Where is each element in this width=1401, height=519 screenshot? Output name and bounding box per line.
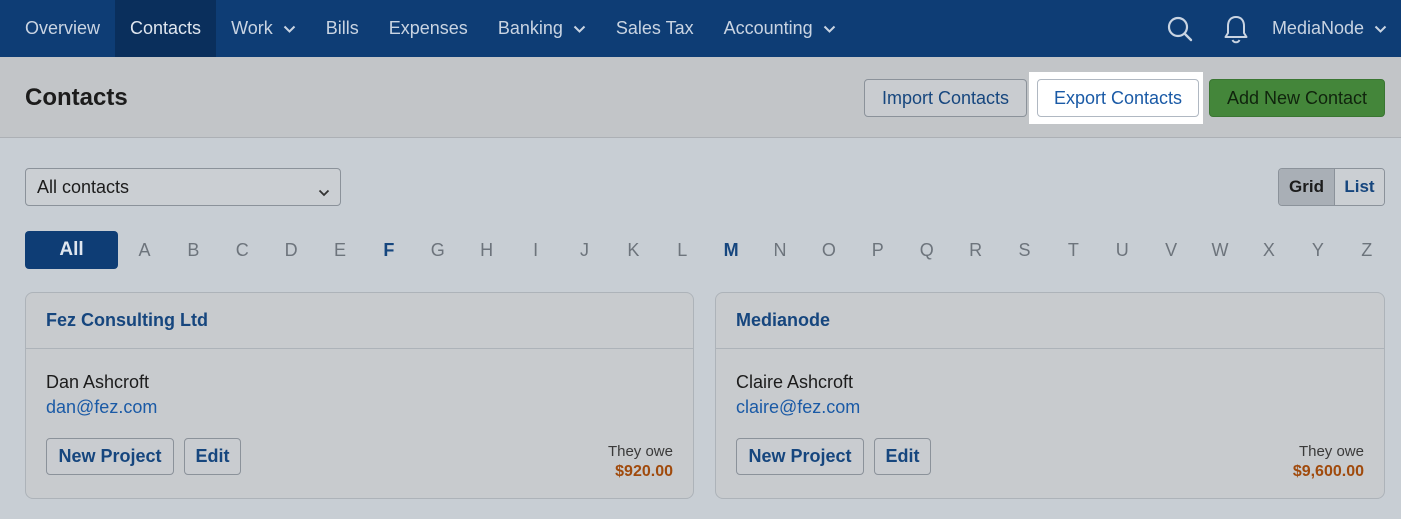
alphabet-letter-j[interactable]: J xyxy=(560,231,609,269)
nav-item-expenses[interactable]: Expenses xyxy=(374,0,483,57)
alphabet-letter-q[interactable]: Q xyxy=(902,231,951,269)
nav-item-sales-tax[interactable]: Sales Tax xyxy=(601,0,709,57)
alphabet-letter-g[interactable]: G xyxy=(413,231,462,269)
contact-email-link[interactable]: claire@fez.com xyxy=(736,397,860,418)
new-project-button[interactable]: New Project xyxy=(46,438,174,475)
filter-selected-value: All contacts xyxy=(37,176,130,197)
alphabet-letter-w[interactable]: W xyxy=(1196,231,1245,269)
alphabet-letter-n[interactable]: N xyxy=(756,231,805,269)
nav-right: MediaNode xyxy=(1152,0,1401,57)
alphabet-letter-b[interactable]: B xyxy=(169,231,218,269)
top-nav: Overview Contacts Work Bills Expenses Ba… xyxy=(0,0,1401,57)
contact-company-link[interactable]: Fez Consulting Ltd xyxy=(46,310,208,331)
chevron-down-icon xyxy=(318,181,330,202)
contact-person-name: Dan Ashcroft xyxy=(46,372,150,392)
nav-item-overview[interactable]: Overview xyxy=(0,0,115,57)
nav-item-bills[interactable]: Bills xyxy=(311,0,374,57)
nav-item-banking[interactable]: Banking xyxy=(483,0,601,57)
import-contacts-button[interactable]: Import Contacts xyxy=(864,79,1027,117)
view-grid-button[interactable]: Grid xyxy=(1279,169,1335,205)
contact-company-link[interactable]: Medianode xyxy=(736,310,830,331)
contact-card: Medianode Claire Ashcroft claire@fez.com… xyxy=(715,292,1385,499)
nav-item-accounting[interactable]: Accounting xyxy=(709,0,851,57)
nav-label: Sales Tax xyxy=(615,18,694,38)
alphabet-letter-l[interactable]: L xyxy=(658,231,707,269)
owe-amount: $9,600.00 xyxy=(1292,463,1364,480)
new-project-button[interactable]: New Project xyxy=(736,438,864,475)
edit-button[interactable]: Edit xyxy=(184,438,241,475)
contact-email-link[interactable]: dan@fez.com xyxy=(46,397,157,418)
alphabet-letter-d[interactable]: D xyxy=(267,231,316,269)
alphabet-letter-r[interactable]: R xyxy=(951,231,1000,269)
alphabet-letter-v[interactable]: V xyxy=(1147,231,1196,269)
nav-label: Bills xyxy=(325,18,359,38)
export-contacts-button[interactable]: Export Contacts xyxy=(1037,79,1199,117)
nav-label: Overview xyxy=(25,18,101,38)
owe-amount: $920.00 xyxy=(615,463,673,480)
alphabet-letter-o[interactable]: O xyxy=(804,231,853,269)
alphabet-letter-a[interactable]: A xyxy=(120,231,169,269)
view-list-button[interactable]: List xyxy=(1335,169,1384,205)
alphabet-letter-y[interactable]: Y xyxy=(1293,231,1342,269)
nav-label: Banking xyxy=(497,18,563,38)
alphabet-letter-i[interactable]: I xyxy=(511,231,560,269)
alphabet-letter-t[interactable]: T xyxy=(1049,231,1098,269)
add-new-contact-button[interactable]: Add New Contact xyxy=(1209,79,1385,117)
account-name: MediaNode xyxy=(1271,18,1364,38)
card-header: Fez Consulting Ltd xyxy=(26,293,693,349)
contacts-filter-select[interactable]: All contacts xyxy=(25,168,341,206)
alphabet-letter-s[interactable]: S xyxy=(1000,231,1049,269)
alphabet-letter-z[interactable]: Z xyxy=(1342,231,1391,269)
page-title: Contacts xyxy=(25,84,128,111)
alphabet-all-button[interactable]: All xyxy=(25,231,118,269)
chevron-down-icon xyxy=(823,18,836,39)
nav-label: Expenses xyxy=(388,18,468,38)
contact-person-name: Claire Ashcroft xyxy=(736,372,854,392)
owe-label: They owe xyxy=(1298,443,1364,460)
alphabet-letter-k[interactable]: K xyxy=(609,231,658,269)
chevron-down-icon xyxy=(283,18,296,39)
alphabet-letter-p[interactable]: P xyxy=(853,231,902,269)
alphabet-letter-h[interactable]: H xyxy=(462,231,511,269)
chevron-down-icon xyxy=(573,18,586,39)
view-toggle: Grid List xyxy=(1278,168,1385,206)
edit-button[interactable]: Edit xyxy=(874,438,931,475)
nav-item-work[interactable]: Work xyxy=(216,0,311,57)
nav-item-contacts[interactable]: Contacts xyxy=(115,0,217,57)
nav-label: Contacts xyxy=(130,18,202,38)
nav-label: Accounting xyxy=(723,18,813,38)
account-menu[interactable]: MediaNode xyxy=(1264,18,1401,39)
alphabet-letter-c[interactable]: C xyxy=(218,231,267,269)
alphabet-letter-f[interactable]: F xyxy=(364,231,413,269)
alphabet-letter-u[interactable]: U xyxy=(1098,231,1147,269)
alphabet-letter-m[interactable]: M xyxy=(707,231,756,269)
chevron-down-icon xyxy=(1374,18,1387,39)
bell-icon[interactable] xyxy=(1208,0,1264,57)
card-header: Medianode xyxy=(716,293,1384,349)
search-icon[interactable] xyxy=(1152,0,1208,57)
nav-label: Work xyxy=(231,18,273,38)
alphabet-letters: ABCDEFGHIJKLMNOPQRSTUVWXYZ xyxy=(120,231,1391,269)
contact-card: Fez Consulting Ltd Dan Ashcroft dan@fez.… xyxy=(25,292,694,499)
owe-label: They owe xyxy=(607,443,673,460)
alphabet-letter-e[interactable]: E xyxy=(316,231,365,269)
alphabet-letter-x[interactable]: X xyxy=(1244,231,1293,269)
